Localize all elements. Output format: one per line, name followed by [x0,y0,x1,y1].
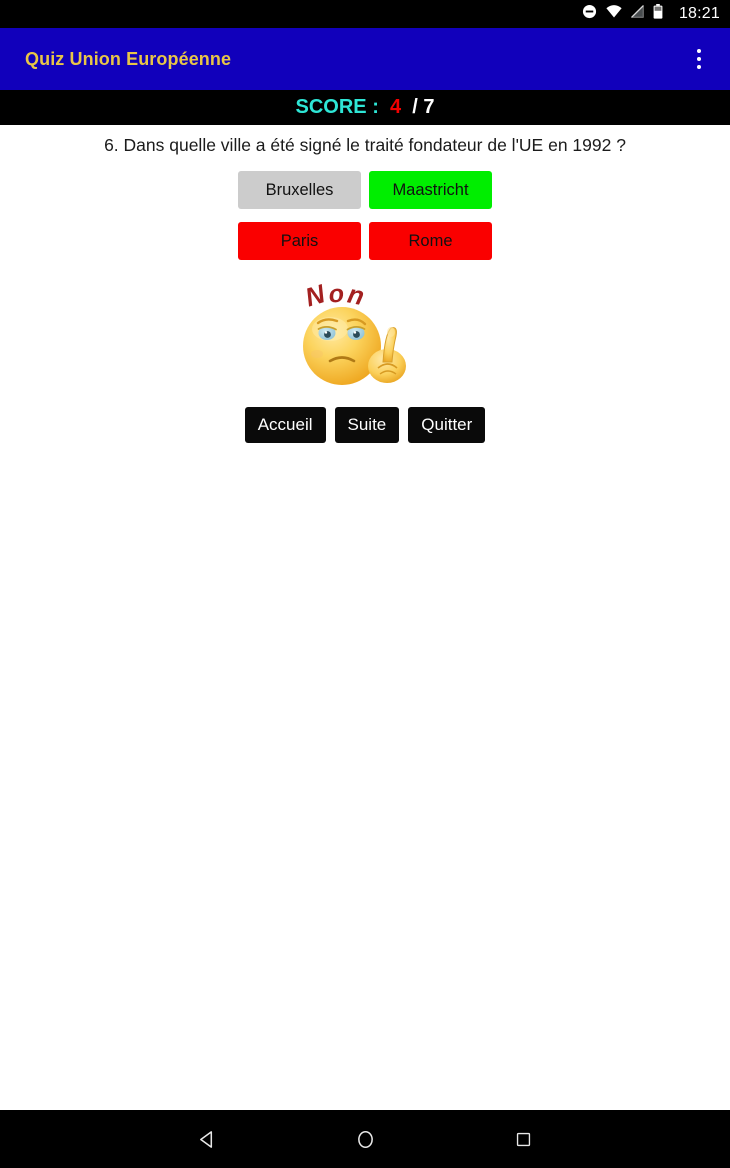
status-time: 18:21 [678,5,720,22]
smiley-face [303,306,381,385]
answer-option-rome[interactable]: Rome [369,221,492,260]
back-triangle-icon[interactable] [182,1116,232,1162]
answer-option-maastricht[interactable]: Maastricht [369,170,492,209]
answer-option-paris[interactable]: Paris [238,221,361,260]
signal-off-icon [630,4,644,23]
page-title: Quiz Union Européenne [25,48,232,69]
quit-button[interactable]: Quitter [408,406,486,443]
more-dot [697,57,701,61]
status-bar: 18:21 [0,0,730,28]
score-total: 7 [423,96,435,118]
home-button[interactable]: Accueil [244,406,326,443]
sad-smiley-wagging-finger-icon: N o n [290,274,440,391]
svg-text:N: N [302,278,330,313]
answer-options: Bruxelles Maastricht Paris Rome [238,170,492,260]
score-bar: SCORE : 4 / 7 [0,90,730,125]
score-value: 4 [389,96,402,118]
score-line: SCORE : 4 / 7 [296,96,435,119]
do-not-disturb-icon [582,4,597,24]
score-label: SCORE : [295,96,379,118]
question-text: 6. Dans quelle ville a été signé le trai… [104,135,626,155]
quiz-content: 6. Dans quelle ville a été signé le trai… [0,125,730,1110]
status-icons: 18:21 [582,4,720,24]
battery-icon [653,4,663,24]
android-navigation-bar [0,1110,730,1168]
more-vertical-icon[interactable] [684,37,714,81]
app-bar: Quiz Union Européenne [0,28,730,90]
action-buttons: Accueil Suite Quitter [244,406,486,443]
next-button[interactable]: Suite [334,406,400,443]
app-root: 18:21 Quiz Union Européenne SCORE : 4 / … [0,0,730,1168]
more-dot [697,49,701,53]
home-circle-icon[interactable] [340,1116,390,1162]
recents-square-icon[interactable] [498,1116,548,1162]
wifi-icon [606,5,622,23]
svg-text:n: n [345,278,367,311]
svg-text:o: o [328,279,345,308]
feedback-word: N o n [302,278,367,313]
more-dot [697,65,701,69]
answer-option-bruxelles[interactable]: Bruxelles [238,170,361,209]
